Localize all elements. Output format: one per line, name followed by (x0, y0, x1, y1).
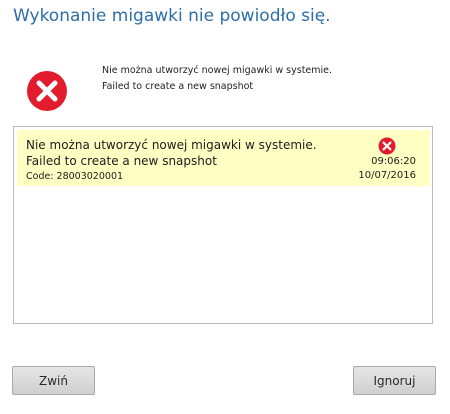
message-time: 09:06:20 (371, 156, 416, 167)
error-summary: Nie można utworzyć nowej migawki w syste… (102, 63, 332, 95)
error-icon (27, 71, 67, 111)
message-list[interactable]: Nie można utworzyć nowej migawki w syste… (13, 126, 433, 324)
message-text-en: Failed to create a new snapshot (26, 154, 217, 168)
error-icon (378, 137, 396, 155)
collapse-button[interactable]: Zwiń (12, 366, 95, 395)
summary-line-pl: Nie można utworzyć nowej migawki w syste… (102, 65, 333, 76)
dialog-title: Wykonanie migawki nie powiodło się. (13, 6, 331, 26)
message-code: Code: 28003020001 (26, 171, 124, 182)
message-row[interactable]: Nie można utworzyć nowej migawki w syste… (17, 130, 430, 186)
message-text-pl: Nie można utworzyć nowej migawki w syste… (26, 138, 317, 152)
message-date: 10/07/2016 (358, 170, 416, 181)
summary-line-en: Failed to create a new snapshot (102, 81, 254, 92)
ignore-button[interactable]: Ignoruj (353, 366, 436, 395)
